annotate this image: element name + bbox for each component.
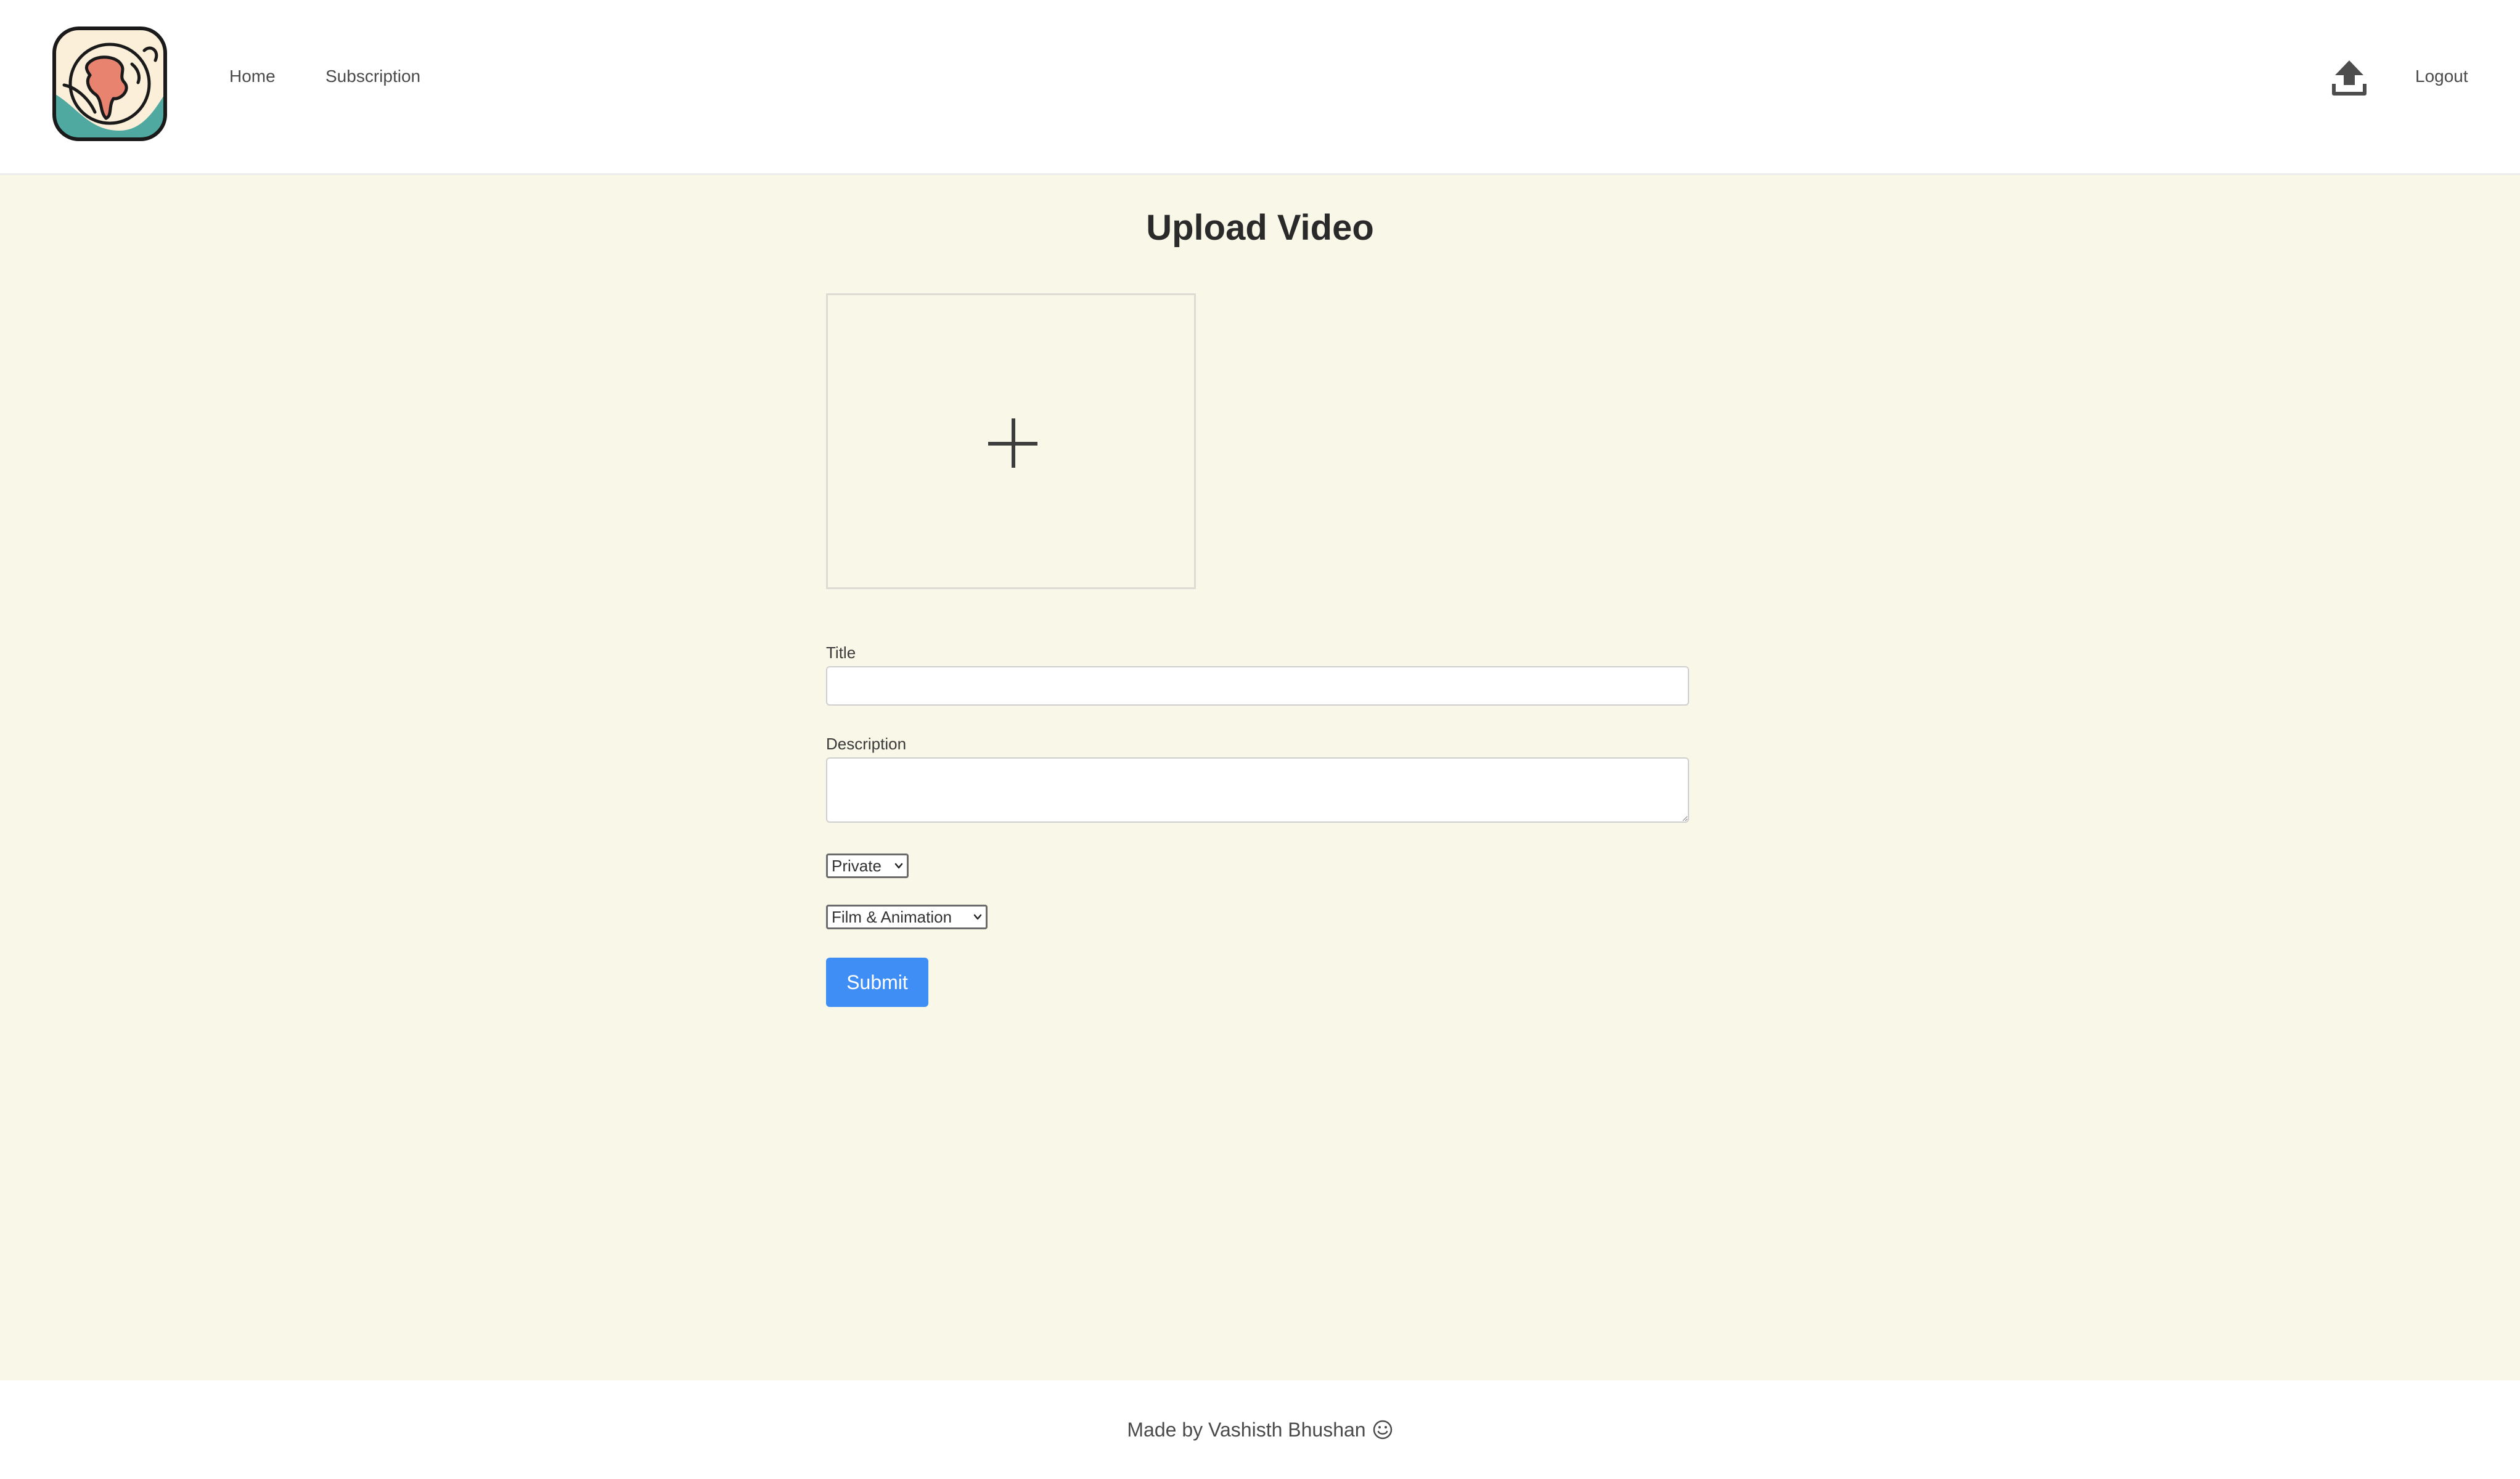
visibility-select[interactable]: Private [826, 854, 909, 878]
upload-button[interactable] [2331, 59, 2367, 97]
smile-icon [1373, 1420, 1392, 1440]
footer-credit: Made by Vashisth Bhushan [1127, 1418, 1366, 1441]
nav-home-link[interactable]: Home [229, 67, 276, 86]
title-input[interactable] [826, 666, 1689, 706]
top-navbar: Home Subscription Logout [0, 0, 2520, 175]
upload-icon [2332, 60, 2367, 96]
chevron-down-icon [894, 863, 903, 869]
upload-form-section: Upload Video Title Description Private F… [0, 175, 2520, 1380]
nav-subscription-link[interactable]: Subscription [325, 67, 420, 86]
description-label: Description [826, 735, 907, 753]
description-textarea[interactable] [826, 757, 1689, 823]
globe-logo-icon [52, 26, 167, 141]
nav-logout-link[interactable]: Logout [2415, 67, 2468, 86]
category-select-value: Film & Animation [832, 907, 952, 926]
page: Home Subscription Logout Upload Video Ti… [0, 0, 2520, 1479]
category-select[interactable]: Film & Animation [826, 905, 988, 929]
chevron-down-icon [973, 914, 982, 920]
title-label: Title [826, 643, 856, 662]
plus-icon [988, 418, 1037, 468]
submit-button[interactable]: Submit [826, 958, 928, 1007]
page-title: Upload Video [1146, 208, 1374, 248]
footer: Made by Vashisth Bhushan [0, 1380, 2520, 1479]
visibility-select-value: Private [832, 856, 882, 875]
video-dropzone[interactable] [826, 293, 1196, 589]
app-logo[interactable] [52, 26, 168, 142]
